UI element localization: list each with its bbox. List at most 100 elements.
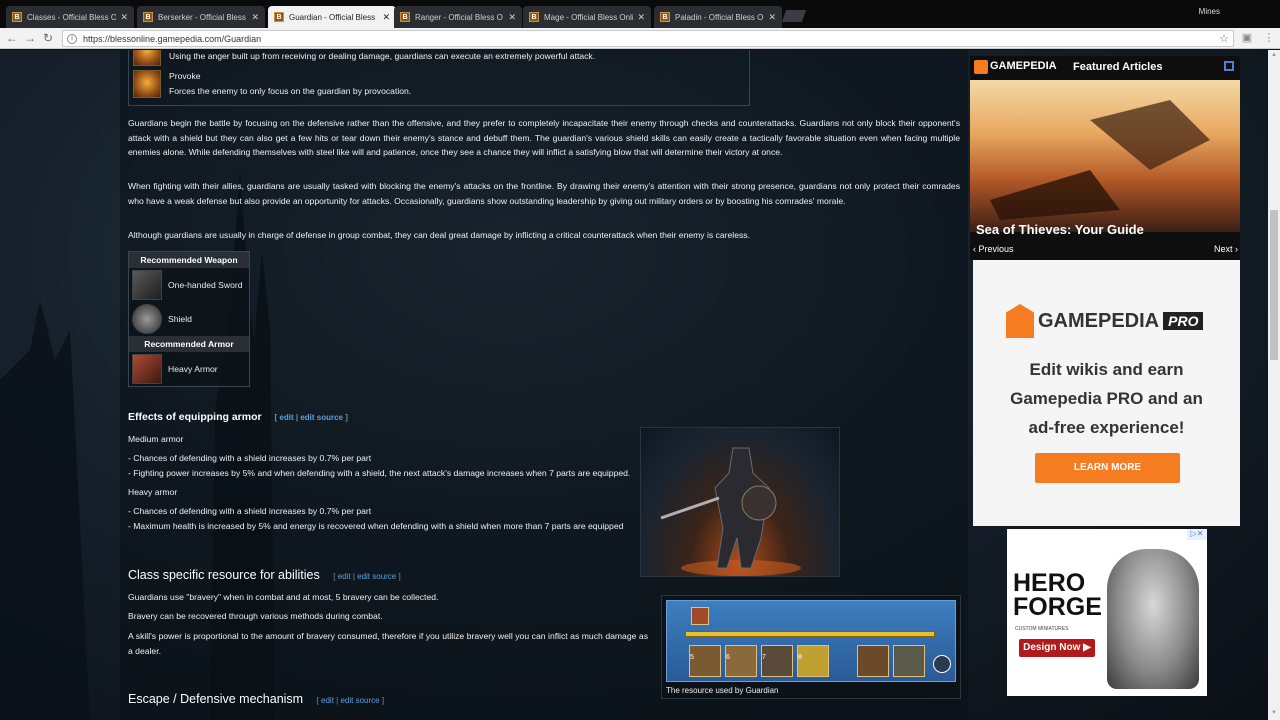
gamepedia-logo[interactable]: GAMEPEDIA bbox=[990, 60, 1057, 72]
weapon-link[interactable]: One-handed Sword bbox=[168, 280, 243, 290]
close-icon[interactable]: ✕ bbox=[508, 12, 516, 23]
gamepedia-logo-icon bbox=[1006, 304, 1034, 338]
menu-icon[interactable]: ⋮ bbox=[1262, 31, 1276, 45]
forward-icon[interactable]: → bbox=[22, 30, 38, 46]
skill-slot-icon bbox=[893, 645, 925, 677]
scroll-up-icon[interactable]: ▲ bbox=[1270, 52, 1278, 60]
skill-description: Forces the enemy to only focus on the gu… bbox=[169, 86, 412, 96]
recommended-weapon-header: Recommended Weapon bbox=[129, 252, 249, 268]
featured-article-image[interactable]: Sea of Thieves: Your Guide bbox=[970, 80, 1240, 237]
next-link[interactable]: Next › bbox=[1214, 244, 1238, 254]
previous-link[interactable]: ‹ Previous bbox=[973, 244, 1014, 254]
favicon-icon: B bbox=[274, 12, 284, 22]
skill-description: Using the anger built up from receiving … bbox=[169, 51, 596, 61]
scrollbar[interactable]: ▲ ▼ bbox=[1268, 50, 1280, 720]
weapon-link[interactable]: Shield bbox=[168, 314, 192, 324]
browser-tab[interactable]: B Paladin - Official Bless O ✕ bbox=[654, 6, 782, 28]
browser-tab[interactable]: B Mage - Official Bless Onli ✕ bbox=[523, 6, 651, 28]
buff-icon bbox=[691, 607, 709, 625]
close-icon[interactable]: ✕ bbox=[120, 12, 128, 23]
heroforge-ad[interactable]: ▷✕ HERO FORGE CUSTOM MINIATURES Design N… bbox=[1007, 529, 1207, 696]
paragraph: Guardians begin the battle by focusing o… bbox=[128, 118, 960, 157]
armor-effect-line: - Chances of defending with a shield inc… bbox=[128, 453, 372, 463]
edit-source-link[interactable]: edit source bbox=[300, 413, 343, 422]
skill-slot-icon: 5 bbox=[689, 645, 721, 677]
new-tab-button[interactable] bbox=[781, 10, 807, 22]
learn-more-button[interactable]: LEARN MORE bbox=[1035, 453, 1180, 483]
paragraph: Although guardians are usually in charge… bbox=[128, 230, 750, 240]
browser-tab[interactable]: B Classes - Official Bless O ✕ bbox=[6, 6, 134, 28]
back-icon[interactable]: ← bbox=[4, 30, 20, 46]
skill-slot-icon: 8 bbox=[797, 645, 829, 677]
scroll-down-icon[interactable]: ▼ bbox=[1270, 710, 1278, 718]
bravery-bar bbox=[685, 631, 935, 637]
ad-choices-icon[interactable]: ▷✕ bbox=[1187, 529, 1207, 540]
heroforge-logo-line: FORGE bbox=[1013, 593, 1102, 621]
favicon-icon: B bbox=[400, 12, 410, 22]
edit-source-link[interactable]: edit source bbox=[357, 572, 396, 581]
skill-slot-icon: 6 bbox=[725, 645, 757, 677]
armor-effect-line: - Chances of defending with a shield inc… bbox=[128, 506, 372, 516]
edit-links: [ edit | edit source ] bbox=[333, 572, 401, 581]
gamepedia-pro-logo: GAMEPEDIA PRO bbox=[1006, 304, 1204, 338]
table-row: One-handed Sword bbox=[129, 268, 249, 302]
heroforge-logo-line: HERO bbox=[1013, 569, 1086, 597]
heroforge-tagline: CUSTOM MINIATURES bbox=[1015, 626, 1069, 632]
scroll-thumb[interactable] bbox=[1270, 210, 1278, 360]
featured-articles-widget: GAMEPEDIA Featured Articles Sea of Thiev… bbox=[970, 56, 1240, 260]
close-icon[interactable]: ✕ bbox=[637, 12, 645, 23]
design-now-button[interactable]: Design Now ▶ bbox=[1019, 639, 1095, 657]
skill-table: Using the anger built up from receiving … bbox=[128, 50, 750, 106]
slot-number: 6 bbox=[726, 654, 730, 661]
close-icon[interactable]: ✕ bbox=[768, 12, 776, 23]
gamepedia-pro-ad[interactable]: GAMEPEDIA PRO Edit wikis and earn Gamepe… bbox=[973, 260, 1240, 526]
skill-icon bbox=[133, 50, 161, 66]
browser-tab[interactable]: B Berserker - Official Bless ✕ bbox=[137, 6, 265, 28]
grid-icon[interactable] bbox=[1224, 61, 1234, 71]
browser-tab[interactable]: B Ranger - Official Bless O ✕ bbox=[394, 6, 522, 28]
edit-link[interactable]: edit bbox=[321, 696, 334, 705]
pro-wordmark: GAMEPEDIA bbox=[1038, 309, 1160, 332]
armor-effect-line: - Fighting power increases by 5% and whe… bbox=[128, 468, 631, 478]
heroforge-logo: HERO FORGE bbox=[1013, 569, 1102, 621]
edit-links: [ edit | edit source ] bbox=[274, 413, 348, 422]
favicon-icon: B bbox=[660, 12, 670, 22]
skill-name: Provoke bbox=[169, 71, 201, 81]
shield-icon bbox=[132, 304, 162, 334]
table-row: Shield bbox=[129, 302, 249, 336]
armor-type-label: Heavy armor bbox=[128, 487, 178, 497]
recommended-equipment-table: Recommended Weapon One-handed Sword Shie… bbox=[128, 251, 250, 387]
tab-title: Guardian - Official Bless bbox=[289, 12, 376, 22]
tab-title: Berserker - Official Bless bbox=[158, 12, 246, 22]
bookmark-star-icon[interactable]: ☆ bbox=[1219, 32, 1229, 45]
skill-slot-icon: 7 bbox=[761, 645, 793, 677]
section-heading: Effects of equipping armor [ edit | edit… bbox=[128, 411, 348, 423]
resource-image[interactable]: 5 6 7 8 The resource used by Guardian bbox=[661, 595, 961, 699]
browser-tab-active[interactable]: B Guardian - Official Bless ✕ bbox=[268, 6, 396, 28]
info-icon[interactable]: i bbox=[67, 33, 77, 44]
slot-number: 7 bbox=[762, 654, 766, 661]
page-viewport: Using the anger built up from receiving … bbox=[0, 50, 1268, 720]
edit-link[interactable]: edit bbox=[279, 413, 293, 422]
pro-badge: PRO bbox=[1163, 312, 1204, 330]
armor-type-label: Medium armor bbox=[128, 434, 184, 444]
sword-icon bbox=[132, 270, 162, 300]
favicon-icon: B bbox=[529, 12, 539, 22]
featured-caption[interactable]: Sea of Thieves: Your Guide bbox=[976, 222, 1144, 237]
url-text[interactable]: https://blessonline.gamepedia.com/Guardi… bbox=[83, 34, 1219, 44]
featured-title: Featured Articles bbox=[1073, 61, 1163, 73]
tab-title: Paladin - Official Bless O bbox=[675, 12, 764, 22]
edit-link[interactable]: edit bbox=[338, 572, 351, 581]
reload-icon[interactable]: ↻ bbox=[40, 30, 56, 46]
miniature-figure bbox=[1107, 549, 1199, 689]
armor-link[interactable]: Heavy Armor bbox=[168, 364, 218, 374]
gamepedia-logo-icon bbox=[974, 60, 988, 74]
profile-name[interactable]: Mines bbox=[1199, 7, 1220, 16]
address-bar[interactable]: i https://blessonline.gamepedia.com/Guar… bbox=[62, 30, 1234, 47]
guardian-armor-image[interactable] bbox=[640, 427, 840, 577]
close-icon[interactable]: ✕ bbox=[251, 12, 259, 23]
close-icon[interactable]: ✕ bbox=[382, 12, 390, 23]
edit-source-link[interactable]: edit source bbox=[340, 696, 379, 705]
extension-icon[interactable]: ▣ bbox=[1240, 31, 1254, 45]
guardian-figure bbox=[660, 447, 801, 576]
